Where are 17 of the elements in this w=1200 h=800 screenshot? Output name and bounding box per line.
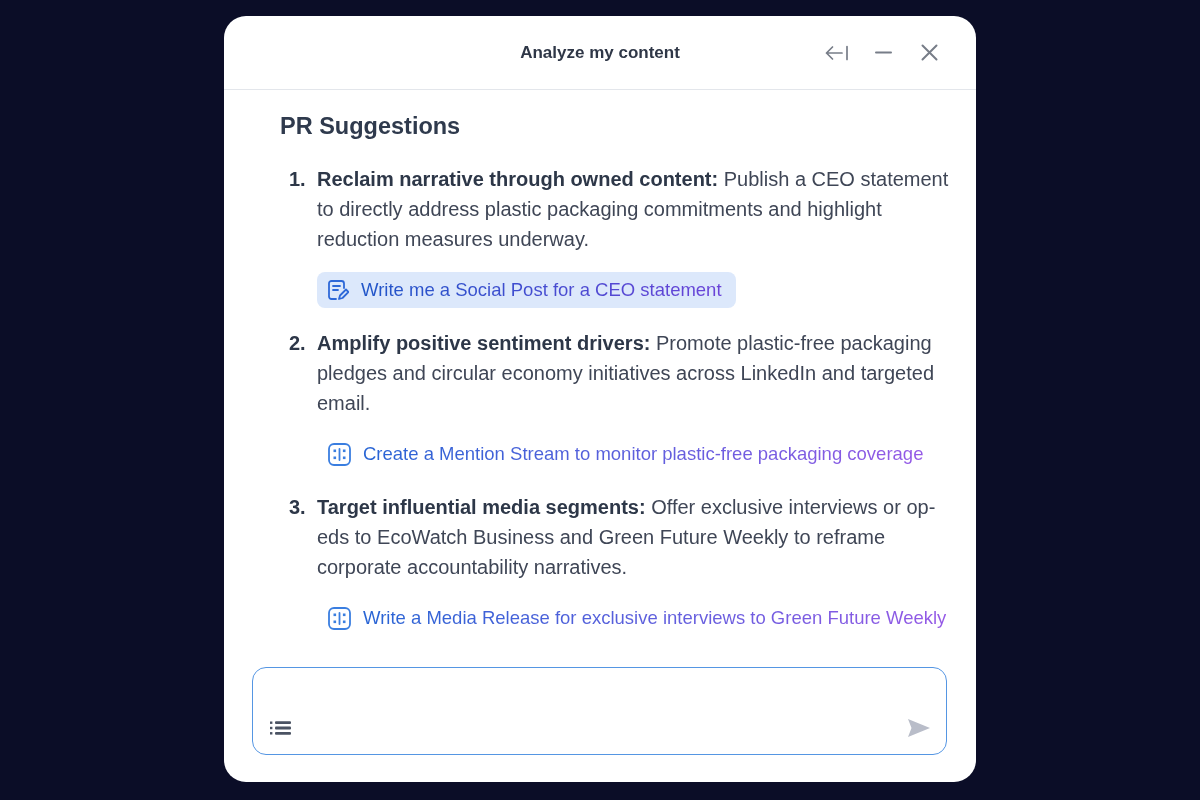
message-input[interactable] xyxy=(252,667,947,755)
list-number: 1. xyxy=(289,167,307,192)
suggestion-text: Target influential media segments: Offer exclusive interviews or op-eds to EcoWatch Business and Green Future Weekly to reframe corporate accountability narratives. xyxy=(317,495,937,580)
list-number: 3. xyxy=(289,495,307,520)
suggestion-link[interactable]: Write me a Social Post for a CEO statement xyxy=(317,272,736,308)
panel-title: Analyze my content xyxy=(520,42,680,63)
arrow-to-bar-icon xyxy=(825,44,849,61)
list-icon[interactable] xyxy=(270,721,291,735)
dotted-square-icon xyxy=(328,606,351,630)
list-number: 2. xyxy=(289,331,307,356)
section-heading: PR Suggestions xyxy=(280,112,462,141)
close-icon xyxy=(920,44,938,61)
suggestion-text: Reclaim narrative through owned content: Publish a CEO statement to directly address plastic packaging commitments and highlight reduction measures underway. xyxy=(317,167,950,252)
minimize-icon xyxy=(874,51,892,54)
dotted-square-icon xyxy=(328,442,351,466)
edit-icon xyxy=(328,279,349,301)
suggestion-text: Amplify positive sentiment drivers: Promote plastic-free packaging pledges and circular economy initiatives across LinkedIn and targeted email. xyxy=(317,331,936,416)
